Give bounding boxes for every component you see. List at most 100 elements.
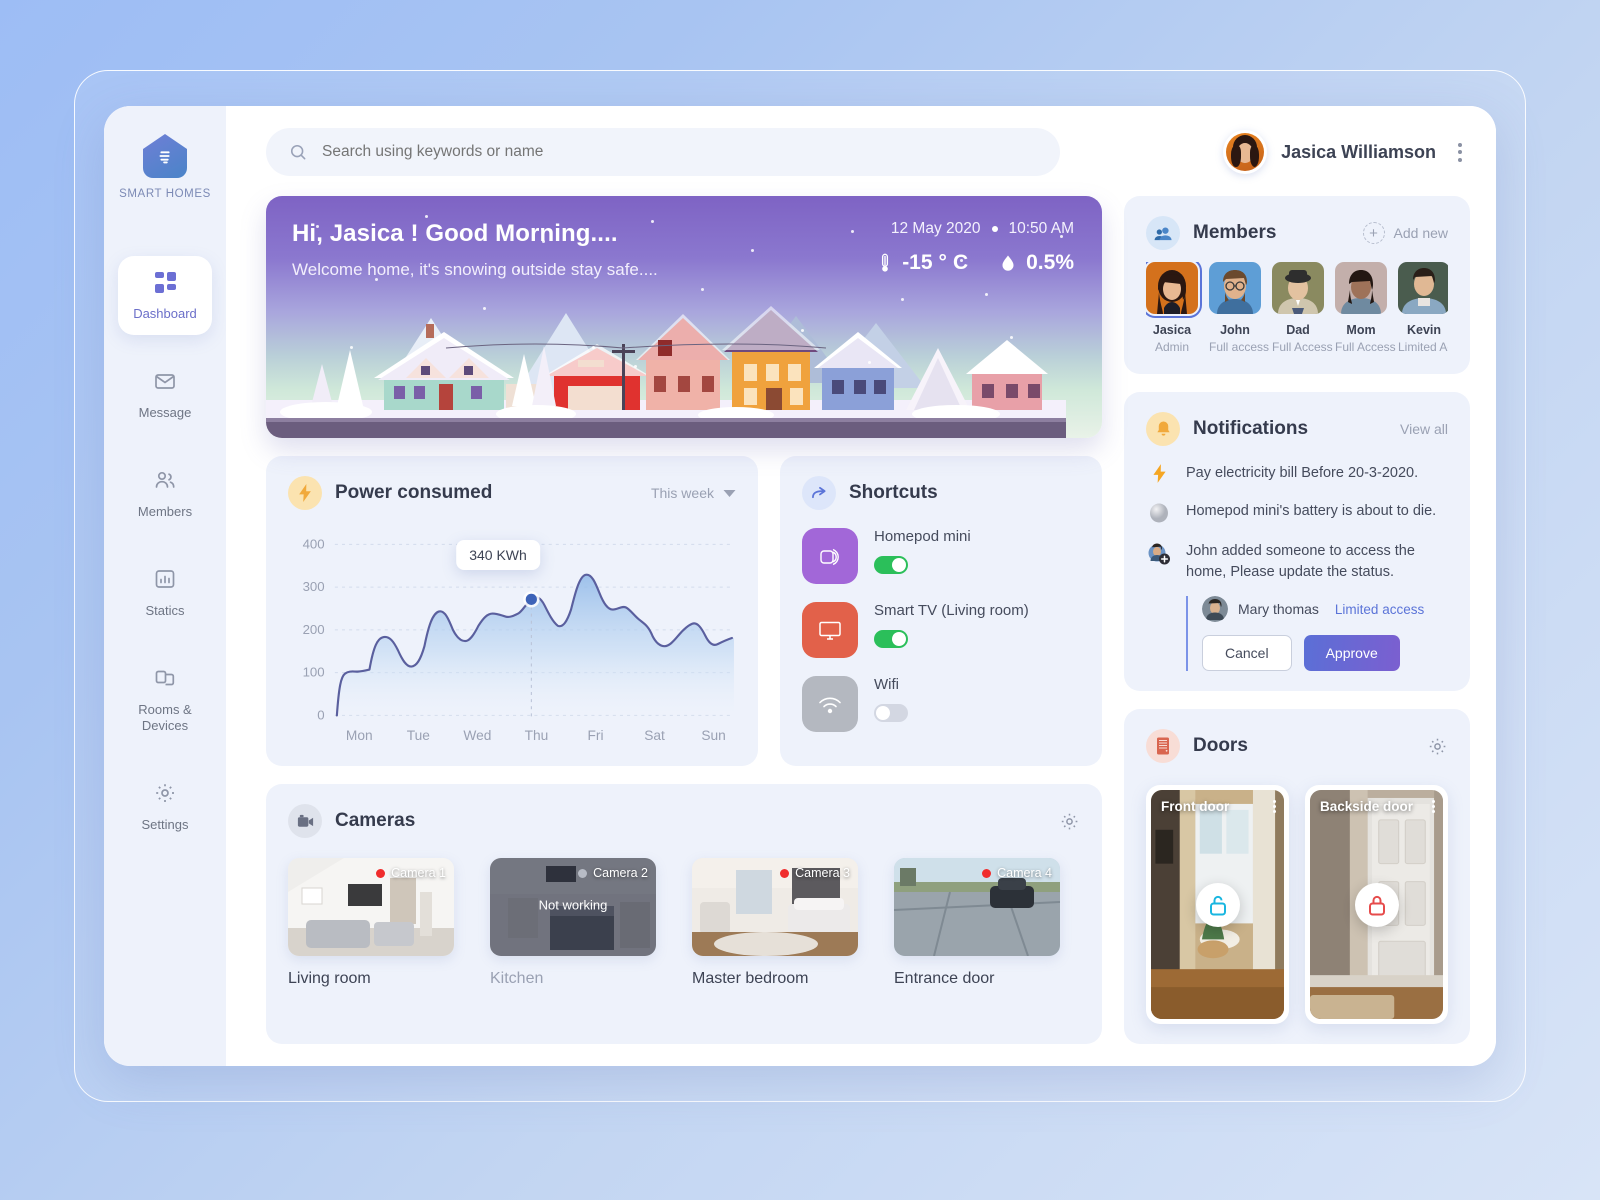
member-item[interactable]: John Full access (1209, 262, 1269, 354)
temperature-value: -15 (902, 251, 933, 274)
members-list: Jasica Admin John Full access Dad Full A… (1146, 262, 1448, 354)
sidebar-item-label: Dashboard (133, 306, 197, 321)
members-icon (1146, 216, 1180, 250)
camera-cell[interactable]: Camera 4 Entrance door (894, 858, 1060, 988)
member-avatar[interactable] (1335, 262, 1387, 314)
unlock-icon (1209, 895, 1226, 916)
dashboard-content: Hi, Jasica ! Good Morning.... Welcome ho… (266, 196, 1470, 1044)
lock-icon (1368, 895, 1385, 916)
shortcut-label: Homepod mini (874, 528, 971, 545)
search-bar[interactable] (266, 128, 1060, 176)
door-lock-toggle[interactable] (1354, 882, 1399, 927)
door-icon (1146, 729, 1180, 764)
door-kebab-menu-icon[interactable] (1432, 800, 1435, 814)
time-text: 10:50 AM (1008, 220, 1075, 237)
camera-tag-label: Camera 2 (593, 866, 648, 880)
camera-status-tag: Camera 4 (982, 866, 1052, 880)
camera-thumbnail[interactable]: Camera 3 (692, 858, 858, 956)
chart-tooltip: 340 KWh (456, 540, 540, 570)
member-name: Mom (1346, 323, 1376, 337)
left-column: Hi, Jasica ! Good Morning.... Welcome ho… (266, 196, 1102, 1044)
shortcut-toggle[interactable] (874, 630, 908, 648)
camera-status-tag: Camera 2 (578, 866, 648, 880)
door-item[interactable]: Backside door (1305, 785, 1448, 1024)
member-avatar[interactable] (1398, 262, 1448, 314)
member-item[interactable]: Mom Full Access (1335, 262, 1396, 354)
speaker-icon (802, 528, 858, 584)
shortcut-item-smart-tv[interactable]: Smart TV (Living room) (802, 602, 1080, 658)
shortcut-toggle[interactable] (874, 556, 908, 574)
member-avatar[interactable] (1209, 262, 1261, 314)
door-glyph (1157, 737, 1169, 755)
door-camera-view[interactable]: Front door (1151, 790, 1284, 1019)
door-camera-view[interactable]: Backside door (1310, 790, 1443, 1019)
svg-text:Sat: Sat (644, 728, 665, 743)
camera-cell[interactable]: Camera 2 Not working Kitchen (490, 858, 656, 988)
range-label: This week (650, 485, 714, 501)
svg-text:Fri: Fri (587, 728, 603, 743)
envelope-icon (153, 368, 177, 394)
camera-cell[interactable]: Camera 1 Living room (288, 858, 454, 988)
member-role: Full Access (1272, 340, 1333, 354)
shortcuts-card: Shortcuts Homepod mini Smart TV (Living … (780, 456, 1102, 766)
access-request-block: Mary thomas Limited access Cancel Approv… (1186, 596, 1448, 672)
camera-thumbnail[interactable]: Camera 2 Not working (490, 858, 656, 956)
door-kebab-menu-icon[interactable] (1273, 800, 1276, 814)
camera-tag-label: Camera 3 (795, 866, 850, 880)
notification-item[interactable]: Pay electricity bill Before 20-3-2020. (1146, 463, 1448, 484)
sidebar-item-label: Statics (145, 602, 185, 618)
members-title: Members (1193, 222, 1277, 243)
sidebar-item-statics[interactable]: Statics (118, 553, 212, 632)
hero-banner: Hi, Jasica ! Good Morning.... Welcome ho… (266, 196, 1102, 438)
member-role: Admin (1154, 340, 1189, 354)
member-item[interactable]: Dad Full Access (1272, 262, 1333, 354)
avatar[interactable] (1223, 130, 1268, 174)
sidebar-item-label: Settings (141, 817, 189, 833)
sidebar-item-dashboard[interactable]: Dashboard (118, 256, 212, 335)
shortcuts-title: Shortcuts (849, 482, 938, 503)
shortcut-label: Smart TV (Living room) (874, 602, 1029, 619)
svg-text:100: 100 (303, 665, 325, 680)
notification-item[interactable]: John added someone to access the home, P… (1146, 541, 1448, 583)
member-avatar[interactable] (1146, 262, 1202, 318)
camera-thumbnail[interactable]: Camera 4 (894, 858, 1060, 956)
camera-name: Kitchen (490, 970, 544, 987)
door-name: Backside door (1320, 799, 1414, 815)
user-profile[interactable]: Jasica Williamson (1223, 130, 1470, 174)
notifications-title: Notifications (1193, 418, 1309, 439)
member-item[interactable]: Jasica Admin (1146, 262, 1202, 354)
sidebar-item-message[interactable]: Message (118, 355, 212, 434)
sidebar-item-settings[interactable]: Settings (118, 767, 212, 846)
member-name: Jasica (1152, 323, 1192, 337)
topbar: Jasica Williamson (266, 128, 1470, 176)
notifications-header: Notifications View all (1146, 412, 1448, 446)
view-all-link[interactable]: View all (1400, 421, 1448, 437)
range-selector[interactable]: This week (651, 485, 736, 501)
camera-thumbnail[interactable]: Camera 1 (288, 858, 454, 956)
cameras-settings-gear-icon[interactable] (1059, 811, 1080, 832)
water-drop-icon (1002, 255, 1014, 271)
shortcut-toggle[interactable] (874, 704, 908, 722)
door-item[interactable]: Front door (1146, 785, 1289, 1024)
search-input[interactable] (322, 143, 1038, 161)
camera-cell[interactable]: Camera 3 Master bedroom (692, 858, 858, 988)
notification-item[interactable]: Homepod mini's battery is about to die. (1146, 501, 1448, 524)
shortcut-label: Wifi (874, 676, 899, 693)
main-content: Jasica Williamson (226, 106, 1496, 1066)
member-item[interactable]: Kevin Limited Ac (1398, 262, 1448, 354)
sidebar-item-members[interactable]: Members (118, 454, 212, 533)
shortcut-item-wifi[interactable]: Wifi (802, 676, 1080, 732)
sidebar-item-rooms-devices[interactable]: Rooms & Devices (118, 652, 212, 748)
speaker-glyph (820, 548, 839, 566)
kebab-menu-icon[interactable] (1450, 137, 1470, 168)
add-member-button[interactable]: + Add new (1362, 222, 1448, 244)
shortcut-item-homepod[interactable]: Homepod mini (802, 528, 1080, 584)
cancel-button[interactable]: Cancel (1202, 635, 1292, 672)
grid-icon (154, 269, 176, 295)
member-avatar[interactable] (1272, 262, 1324, 314)
door-lock-toggle[interactable] (1195, 882, 1240, 927)
devices-icon (153, 665, 177, 691)
approve-button[interactable]: Approve (1303, 635, 1400, 672)
doors-settings-gear-icon[interactable] (1427, 736, 1448, 757)
member-name: Dad (1286, 323, 1310, 337)
